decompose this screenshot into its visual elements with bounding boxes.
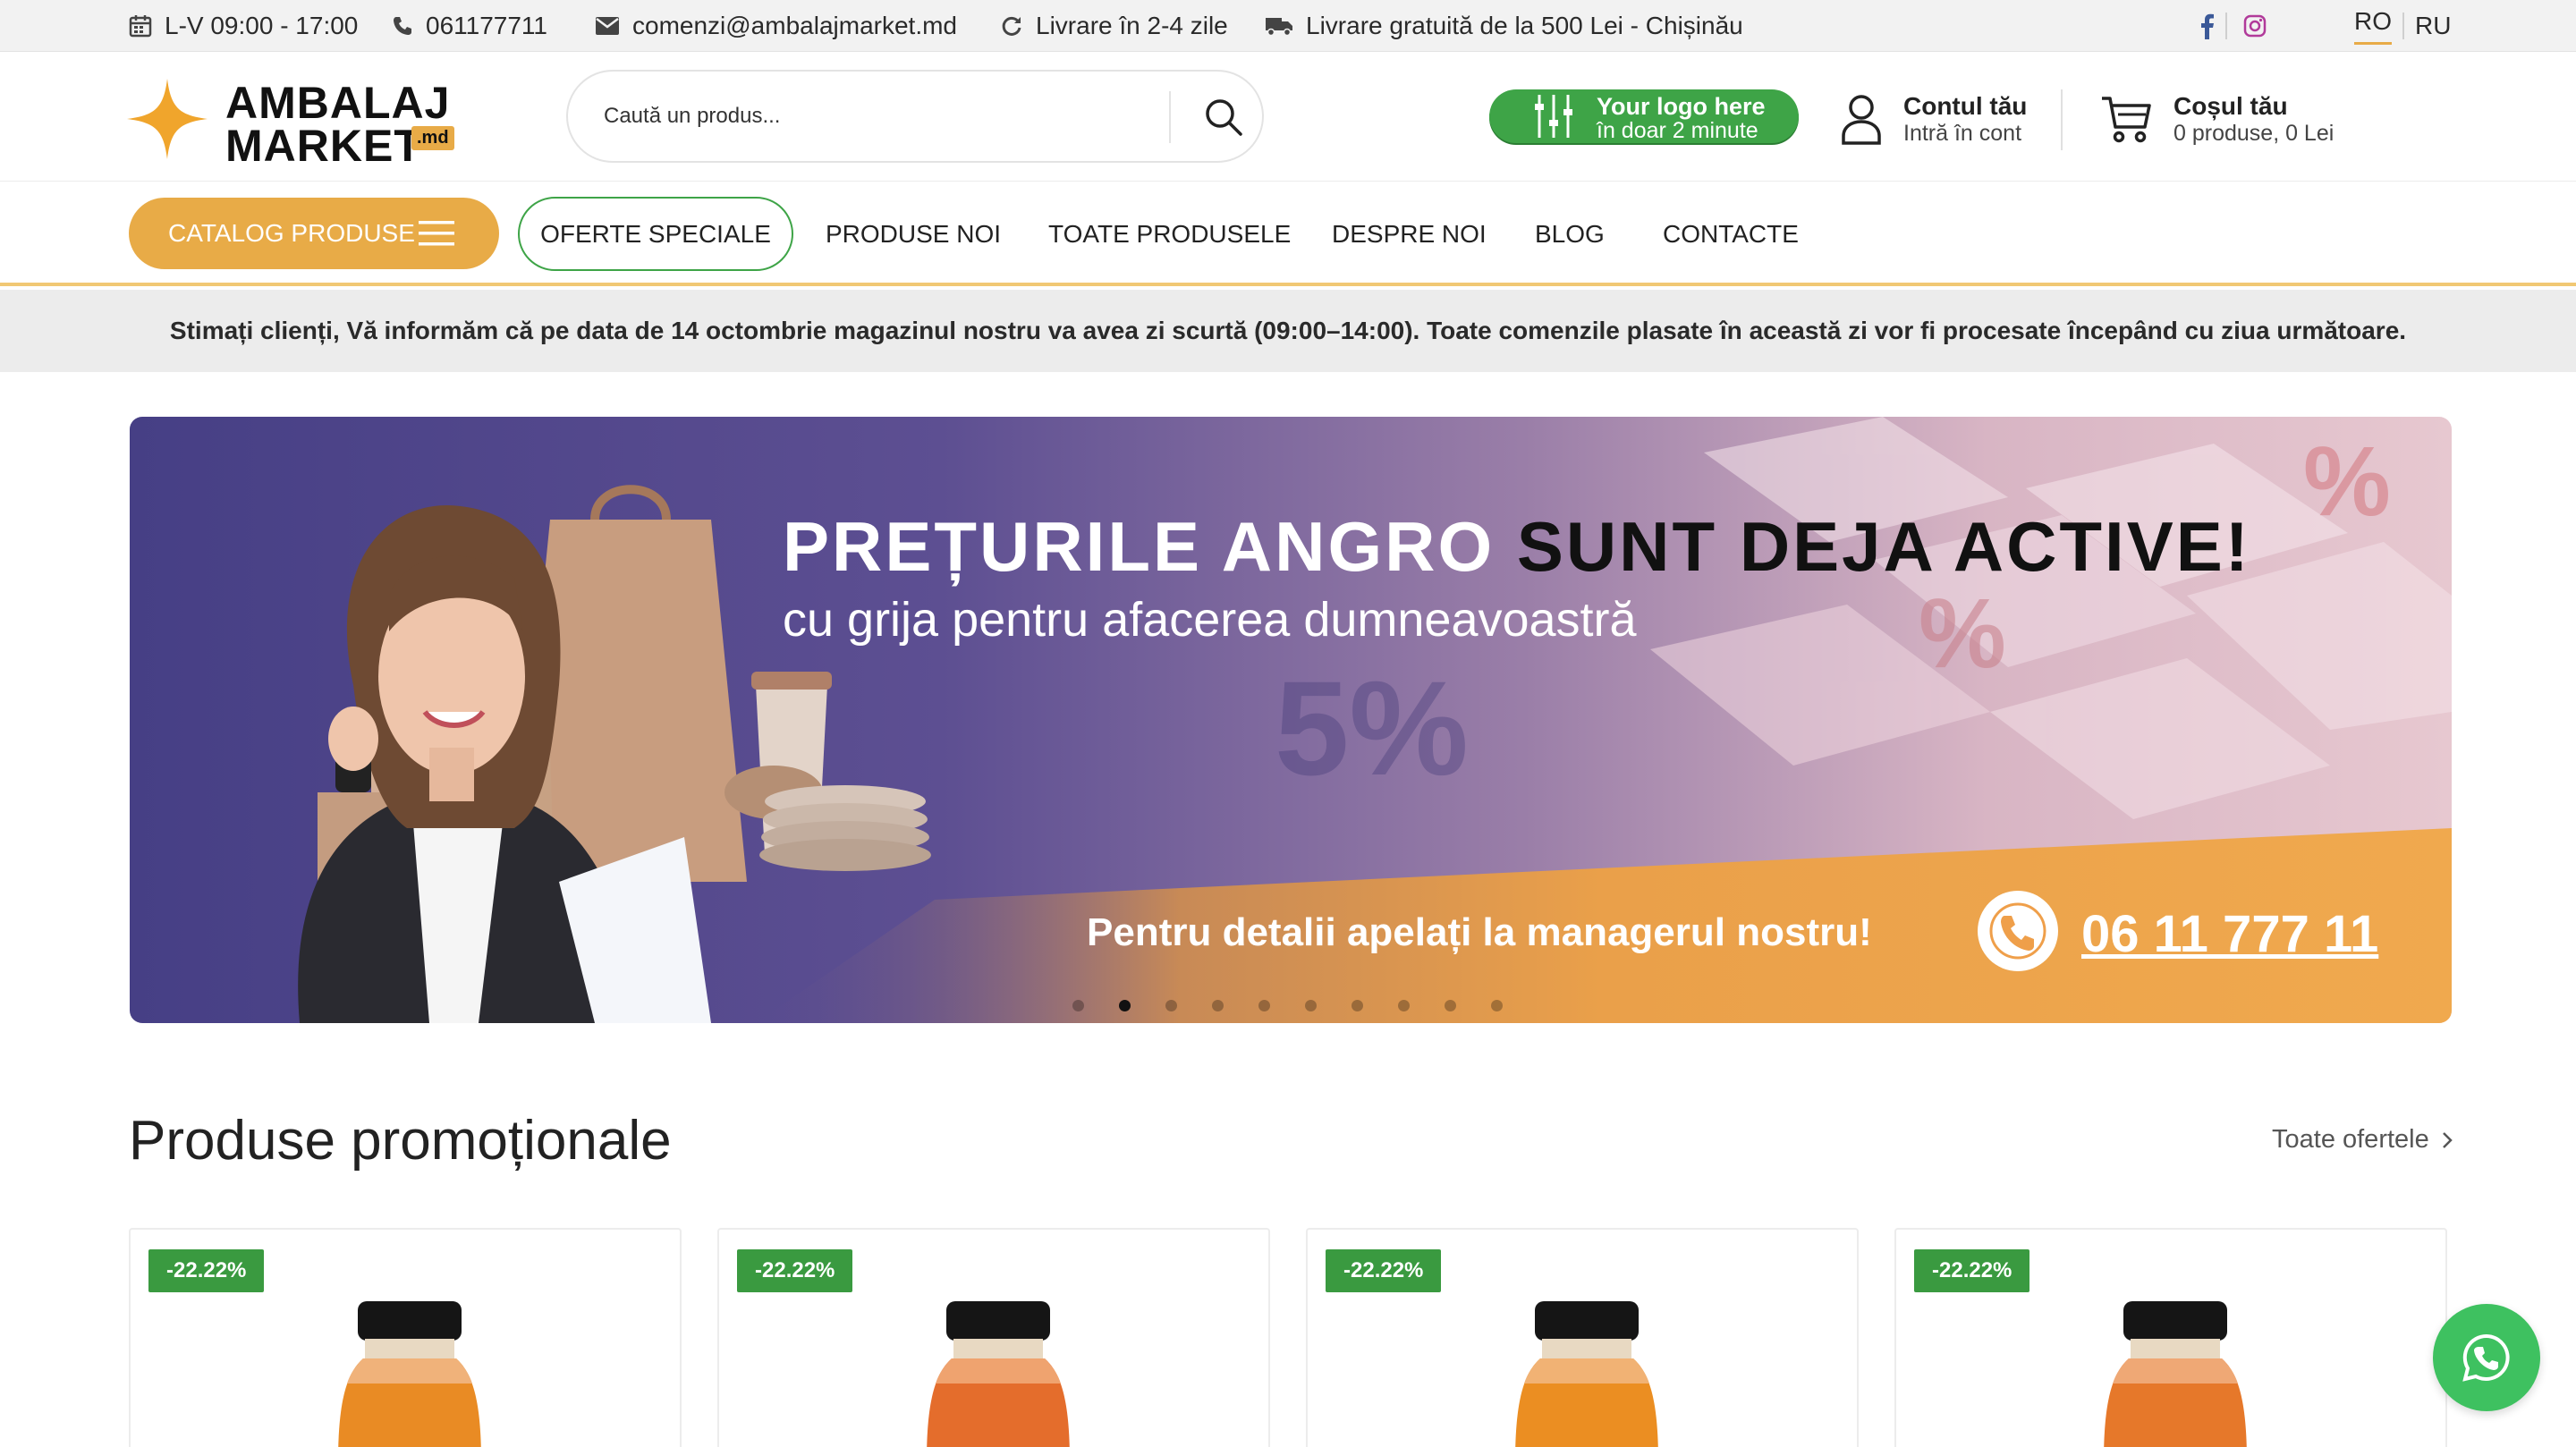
- discount-badge: -22.22%: [1326, 1249, 1442, 1292]
- product-image: [338, 1301, 481, 1447]
- catalog-label: CATALOG PRODUSE: [168, 219, 415, 247]
- site-header: AMBALAJ MARKET .md Your logo here în doa…: [0, 52, 2576, 182]
- hamburger-menu-icon: [419, 221, 454, 246]
- whatsapp-chat-button[interactable]: [2433, 1304, 2540, 1411]
- email-link[interactable]: comenzi@ambalajmarket.md: [595, 0, 957, 52]
- product-image: [1515, 1301, 1658, 1447]
- delivery-time-text: Livrare în 2-4 zile: [1036, 12, 1228, 39]
- hero-banner[interactable]: % % 5% PREȚURILE ANGRO SUNT DEJA ACTIVE!…: [130, 417, 2452, 1023]
- svg-text:5%: 5%: [1275, 653, 1469, 803]
- user-icon[interactable]: [1841, 93, 1882, 145]
- facebook-icon[interactable]: [2199, 13, 2215, 39]
- search-button[interactable]: [1194, 88, 1253, 147]
- product-card[interactable]: -22.22%: [129, 1228, 682, 1447]
- logo-line2: MARKET: [225, 121, 422, 171]
- all-offers-link[interactable]: Toate ofertele: [2272, 1125, 2453, 1155]
- logo-constructor-button[interactable]: Your logo here în doar 2 minute: [1489, 89, 1799, 143]
- free-delivery: Livrare gratuită de la 500 Lei - Chișină…: [1265, 0, 1743, 52]
- refresh-icon: [1002, 16, 1021, 36]
- nav-blog[interactable]: BLOG: [1535, 182, 1605, 286]
- logo-suffix: .md: [411, 126, 454, 150]
- phone-icon: [394, 17, 411, 35]
- discount-badge: -22.22%: [1914, 1249, 2030, 1292]
- banner-cta: Pentru detalii apelați la managerul nost…: [1087, 910, 1872, 954]
- main-nav: CATALOG PRODUSE OFERTE SPECIALE PRODUSE …: [0, 182, 2576, 286]
- search-box: [566, 70, 1264, 163]
- slider-dot[interactable]: [1165, 1000, 1177, 1011]
- logo-line1: AMBALAJ: [225, 78, 451, 128]
- product-image: [927, 1301, 1070, 1447]
- delivery-time: Livrare în 2-4 zile: [1000, 0, 1228, 52]
- slider-dot[interactable]: [1072, 1000, 1084, 1011]
- slider-dot[interactable]: [1352, 1000, 1363, 1011]
- banner-title-dark: SUNT DEJA ACTIVE!: [1516, 507, 2251, 586]
- cart-title: Coșul tău: [2174, 91, 2288, 120]
- nav-about[interactable]: DESPRE NOI: [1332, 182, 1487, 286]
- lang-divider: [2402, 13, 2404, 39]
- promo-line2: în doar 2 minute: [1597, 118, 1758, 143]
- free-delivery-text: Livrare gratuită de la 500 Lei - Chișină…: [1306, 12, 1743, 39]
- header-divider: [2061, 89, 2063, 150]
- product-card[interactable]: -22.22%: [1306, 1228, 1859, 1447]
- slider-dot[interactable]: [1491, 1000, 1503, 1011]
- instagram-link[interactable]: [2243, 0, 2267, 52]
- search-input[interactable]: [604, 72, 1140, 161]
- calendar-icon: [129, 15, 152, 38]
- svg-text:%: %: [2303, 427, 2391, 537]
- slider-dot[interactable]: [1119, 1000, 1131, 1011]
- lang-ru[interactable]: RU: [2415, 0, 2451, 52]
- lang-ro[interactable]: RO: [2354, 0, 2392, 45]
- working-hours: L-V 09:00 - 17:00: [129, 0, 358, 52]
- product-card[interactable]: -22.22%: [717, 1228, 1270, 1447]
- slider-dots: [1072, 1000, 1538, 1012]
- catalog-button[interactable]: CATALOG PRODUSE: [129, 198, 499, 269]
- banner-subtitle: cu grija pentru afacerea dumneavoastră: [783, 593, 1637, 647]
- email-text[interactable]: comenzi@ambalajmarket.md: [632, 12, 957, 40]
- facebook-link[interactable]: [2199, 0, 2215, 52]
- banner-title: PREȚURILE ANGRO SUNT DEJA ACTIVE!: [783, 506, 2251, 588]
- slider-dot[interactable]: [1445, 1000, 1456, 1011]
- slider-dot[interactable]: [1258, 1000, 1270, 1011]
- top-info-bar: L-V 09:00 - 17:00 061177711 comenzi@amba…: [0, 0, 2576, 52]
- chevron-right-icon: [2442, 1131, 2453, 1148]
- nav-all-products[interactable]: TOATE PRODUSELE: [1048, 182, 1291, 286]
- cart-summary: 0 produse, 0 Lei: [2174, 120, 2334, 146]
- slider-dot[interactable]: [1212, 1000, 1224, 1011]
- instagram-icon[interactable]: [2243, 14, 2267, 38]
- svg-text:%: %: [1919, 579, 2006, 689]
- cart-icon[interactable]: [2100, 93, 2152, 145]
- phone-text[interactable]: 061177711: [426, 12, 547, 40]
- star-logo-icon: [127, 79, 208, 159]
- account-title: Contul tău: [1903, 91, 2028, 120]
- cart-link[interactable]: Coșul tău 0 produse, 0 Lei: [2100, 88, 2334, 150]
- promo-line1: Your logo here: [1597, 93, 1766, 120]
- discount-badge: -22.22%: [737, 1249, 853, 1292]
- announcement-banner: Stimați clienți, Vă informăm că pe data …: [0, 290, 2576, 372]
- nav-new-products[interactable]: PRODUSE NOI: [826, 182, 1001, 286]
- section-title: Produse promoționale: [129, 1110, 672, 1172]
- phone-call-icon: [1978, 891, 2058, 971]
- banner-title-light: PREȚURILE ANGRO: [783, 507, 1496, 586]
- product-image: [2104, 1301, 2247, 1447]
- nav-contacts[interactable]: CONTACTE: [1663, 182, 1799, 286]
- site-logo[interactable]: AMBALAJ MARKET .md: [127, 75, 458, 171]
- account-subtitle: Intră în cont: [1903, 120, 2022, 146]
- banner-phone-link[interactable]: 06 11 777 11: [2081, 904, 2378, 964]
- discount-badge: -22.22%: [148, 1249, 265, 1292]
- social-divider: [2225, 13, 2227, 39]
- all-offers-label[interactable]: Toate ofertele: [2272, 1125, 2429, 1155]
- truck-icon: [1266, 18, 1292, 37]
- search-divider: [1169, 91, 1171, 143]
- sliders-icon: [1535, 95, 1572, 138]
- whatsapp-icon[interactable]: [2460, 1331, 2513, 1384]
- phone-link[interactable]: 061177711: [392, 0, 547, 52]
- slider-dot[interactable]: [1305, 1000, 1317, 1011]
- working-hours-text: L-V 09:00 - 17:00: [165, 12, 359, 39]
- mail-icon: [596, 17, 619, 35]
- product-card[interactable]: -22.22%: [1894, 1228, 2447, 1447]
- nav-special-offers[interactable]: OFERTE SPECIALE: [518, 197, 793, 271]
- slider-dot[interactable]: [1398, 1000, 1410, 1011]
- account-link[interactable]: Contul tău Intră în cont: [1841, 88, 2027, 150]
- search-icon[interactable]: [1204, 97, 1243, 137]
